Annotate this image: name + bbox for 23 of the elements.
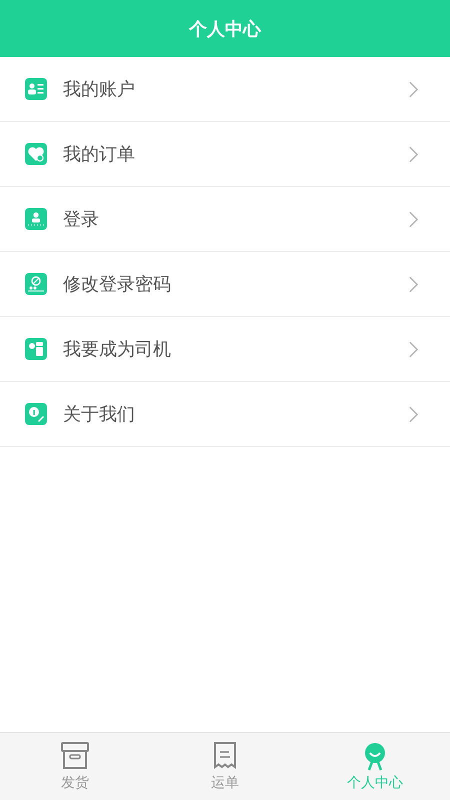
menu-label: 登录 (63, 208, 100, 231)
menu-label: 我的订单 (63, 143, 136, 166)
chevron-right-icon (409, 406, 418, 422)
menu-item[interactable]: 我的账户 (0, 57, 450, 122)
menu-label: 我要成为司机 (63, 338, 172, 361)
chevron-right-icon (409, 146, 418, 162)
menu-item[interactable]: 我的订单 (0, 122, 450, 187)
menu-label: 修改登录密码 (63, 273, 172, 296)
chevron-right-icon (409, 340, 418, 358)
info-icon (25, 403, 47, 425)
archive-box-icon (60, 741, 90, 771)
chevron-right-icon (409, 210, 418, 228)
chevron-right-icon (409, 276, 418, 292)
contact-card-icon (25, 78, 47, 100)
menu-item[interactable]: 修改登录密码 (0, 252, 450, 317)
menu-item[interactable]: 关于我们 (0, 382, 450, 447)
chevron-right-icon (409, 80, 418, 98)
menu-item[interactable]: 我要成为司机 (0, 317, 450, 382)
menu-item[interactable]: 登录 (0, 187, 450, 252)
menu-label: 我的账户 (63, 78, 136, 101)
person-icon (25, 208, 47, 230)
menu-label: 关于我们 (63, 403, 136, 426)
page-title: 个人中心 (189, 18, 261, 40)
